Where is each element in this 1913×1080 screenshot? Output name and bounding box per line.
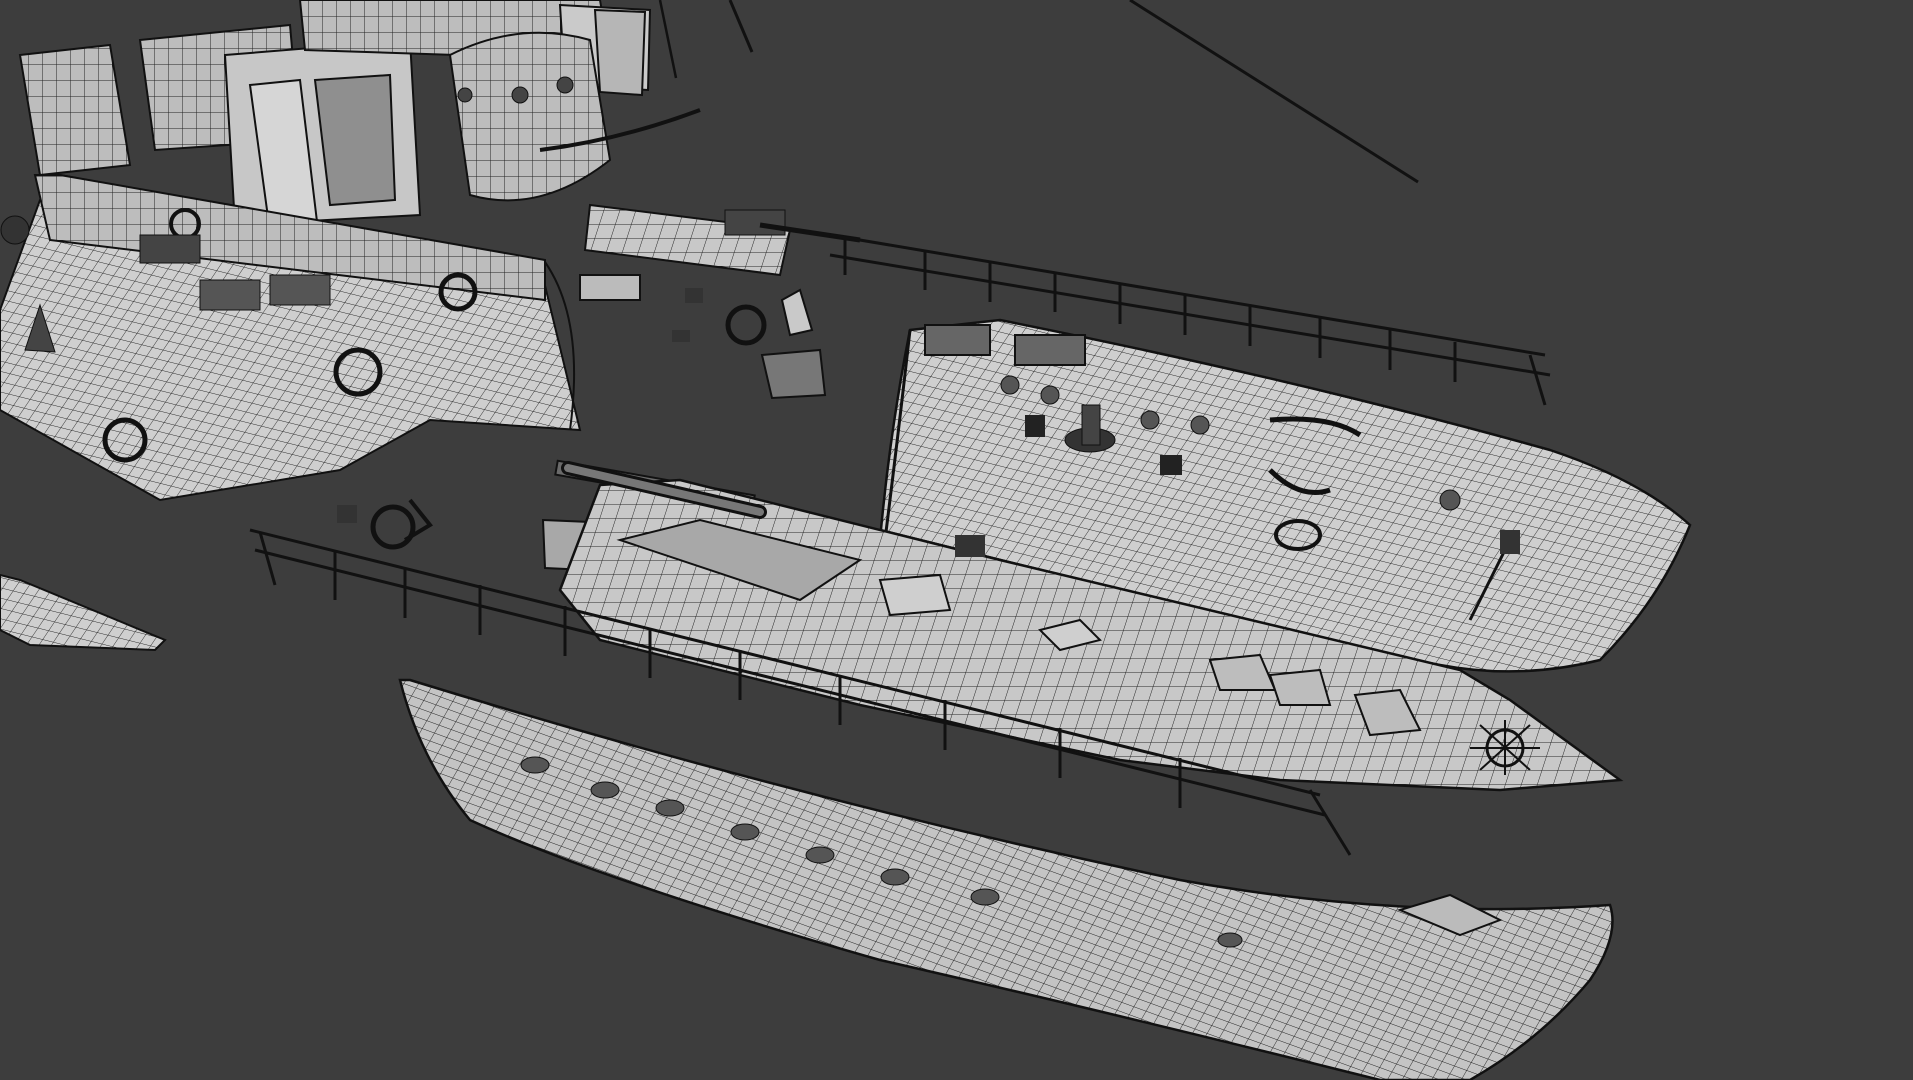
cable-line — [1129, 0, 1419, 184]
funnel — [448, 31, 701, 202]
stern-fragment — [0, 573, 167, 652]
ship-wireframe-render — [0, 0, 1692, 1080]
aft-deck — [0, 173, 582, 502]
cable-line-3 — [658, 0, 678, 79]
cable-line-2 — [728, 0, 754, 53]
3d-viewport[interactable] — [0, 0, 1913, 1080]
